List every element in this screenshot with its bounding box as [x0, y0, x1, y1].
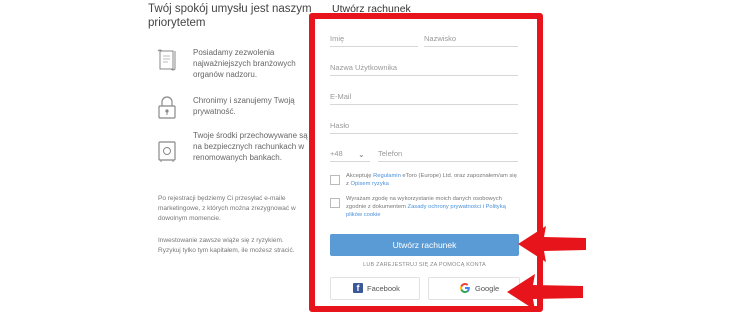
certificate-icon — [156, 48, 178, 74]
safe-icon — [156, 138, 178, 164]
feature-text: Chronimy i szanujemy Twoją prywatność. — [193, 96, 295, 116]
arrow-left-icon — [518, 226, 586, 262]
info-title: Twój spokój umysłu jest naszym priorytet… — [148, 3, 312, 29]
risk-note: Inwestowanie zawsze wiąże się z ryzykiem… — [158, 237, 295, 254]
feature-text: Twoje środki przechowywane są na bezpiec… — [193, 131, 308, 162]
arrow-left-icon — [507, 274, 583, 310]
feature-text: Posiadamy zezwolenia najważniejszych bra… — [193, 48, 296, 79]
lock-icon — [156, 95, 178, 121]
marketing-note: Po rejestracji będziemy Ci przesyłać e-m… — [158, 195, 296, 222]
highlight-frame — [309, 13, 543, 312]
